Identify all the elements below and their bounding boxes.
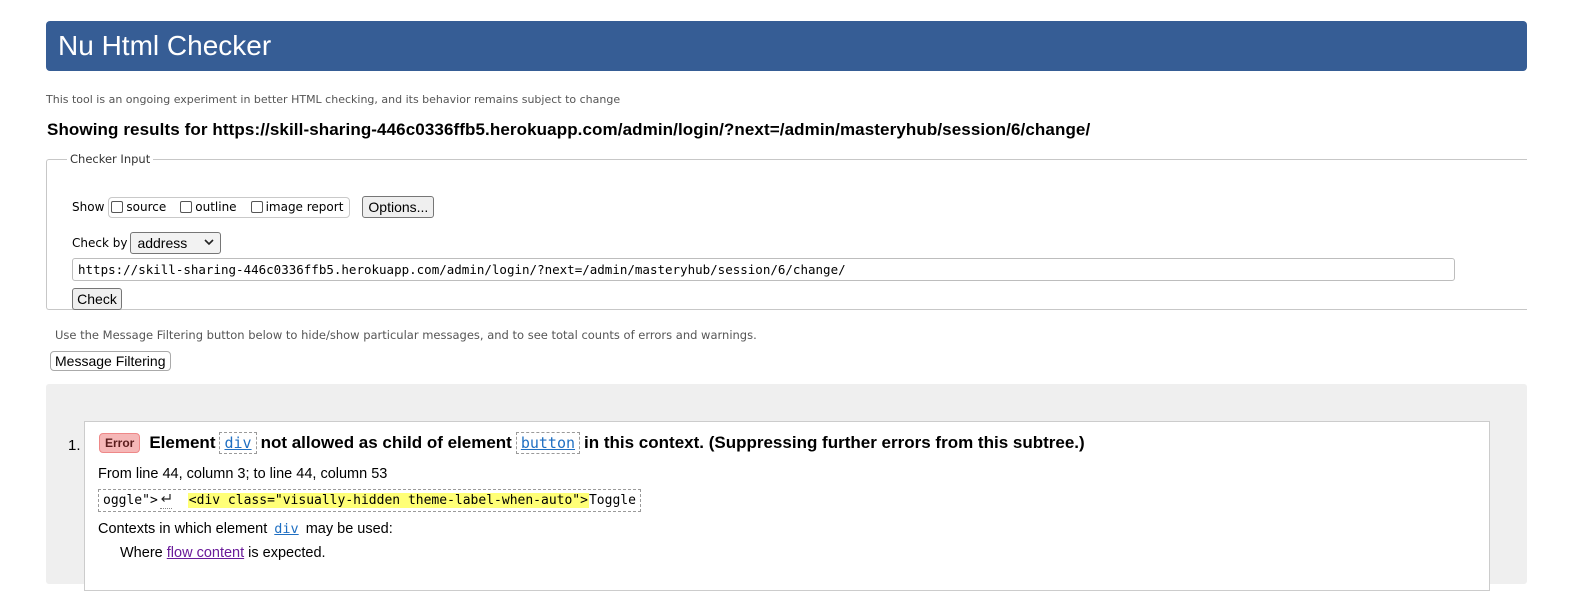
contexts-prefix: Contexts in which element (98, 521, 268, 537)
element-link[interactable]: div (219, 432, 257, 454)
code-extract: oggle"> <div class="visually-hidden them… (98, 489, 641, 512)
image-report-label: image report (265, 200, 344, 214)
page-title: Nu Html Checker (58, 30, 272, 61)
contexts-element-link[interactable]: div (271, 521, 301, 537)
outline-checkbox[interactable] (180, 201, 193, 213)
options-button[interactable]: Options... (362, 196, 435, 218)
show-row: Show source outline image report Options… (72, 196, 435, 218)
error-text-middle: not allowed as child of element (260, 433, 512, 452)
checker-input-legend: Checker Input (70, 152, 151, 166)
filter-note: Use the Message Filtering button below t… (55, 328, 757, 342)
contexts-suffix: may be used: (305, 521, 393, 537)
error-text-before: Element (149, 433, 216, 452)
error-text-after: in this context. (Suppressing further er… (584, 433, 1085, 452)
extract-before: oggle"> (103, 493, 158, 508)
contexts-line: Contexts in which element div may be use… (98, 521, 393, 537)
show-image-report-option[interactable]: image report (250, 200, 344, 214)
message-item: Error Element div not allowed as child o… (84, 421, 1490, 591)
error-message-line: Error Element div not allowed as child o… (99, 432, 1085, 454)
message-number: 1. (68, 437, 81, 454)
show-options-group: source outline image report (108, 196, 351, 218)
image-report-checkbox[interactable] (250, 201, 263, 213)
show-outline-option[interactable]: outline (180, 200, 237, 214)
chevron-down-icon (204, 238, 215, 249)
error-badge: Error (99, 433, 141, 453)
location-text: From line 44, column 3; to line 44, colu… (98, 466, 388, 482)
results-heading: Showing results for https://skill-sharin… (47, 120, 1090, 140)
extract-highlight: <div class="visually-hidden theme-label-… (187, 493, 589, 508)
message-filtering-button[interactable]: Message Filtering (50, 351, 171, 371)
tagline: This tool is an ongoing experiment in be… (46, 93, 621, 106)
where-suffix: is expected. (248, 545, 326, 561)
extract-after: Toggle (588, 493, 636, 508)
header-banner: Nu Html Checker (46, 21, 1527, 71)
results-heading-url: https://skill-sharing-446c0336ffb5.herok… (212, 120, 1091, 139)
where-prefix: Where (120, 545, 163, 561)
parent-element-link[interactable]: button (515, 432, 581, 454)
flow-content-link[interactable]: flow content (167, 545, 244, 561)
show-source-option[interactable]: source (111, 200, 166, 214)
url-input[interactable]: https://skill-sharing-446c0336ffb5.herok… (72, 258, 1455, 281)
check-by-select[interactable]: address (130, 232, 222, 254)
source-label: source (126, 200, 167, 214)
show-label: Show (72, 200, 105, 214)
source-checkbox[interactable] (111, 201, 124, 213)
where-line: Where flow content is expected. (120, 545, 326, 561)
check-by-row: Check by address (72, 232, 222, 254)
check-button[interactable]: Check (72, 288, 122, 310)
check-by-value: address (137, 235, 188, 251)
line-break-icon (159, 492, 172, 509)
outline-label: outline (195, 200, 237, 214)
results-heading-prefix: Showing results for (47, 120, 208, 139)
checker-input-fieldset: Checker Input Show source outline image … (46, 152, 1527, 310)
check-by-label: Check by (72, 236, 128, 250)
